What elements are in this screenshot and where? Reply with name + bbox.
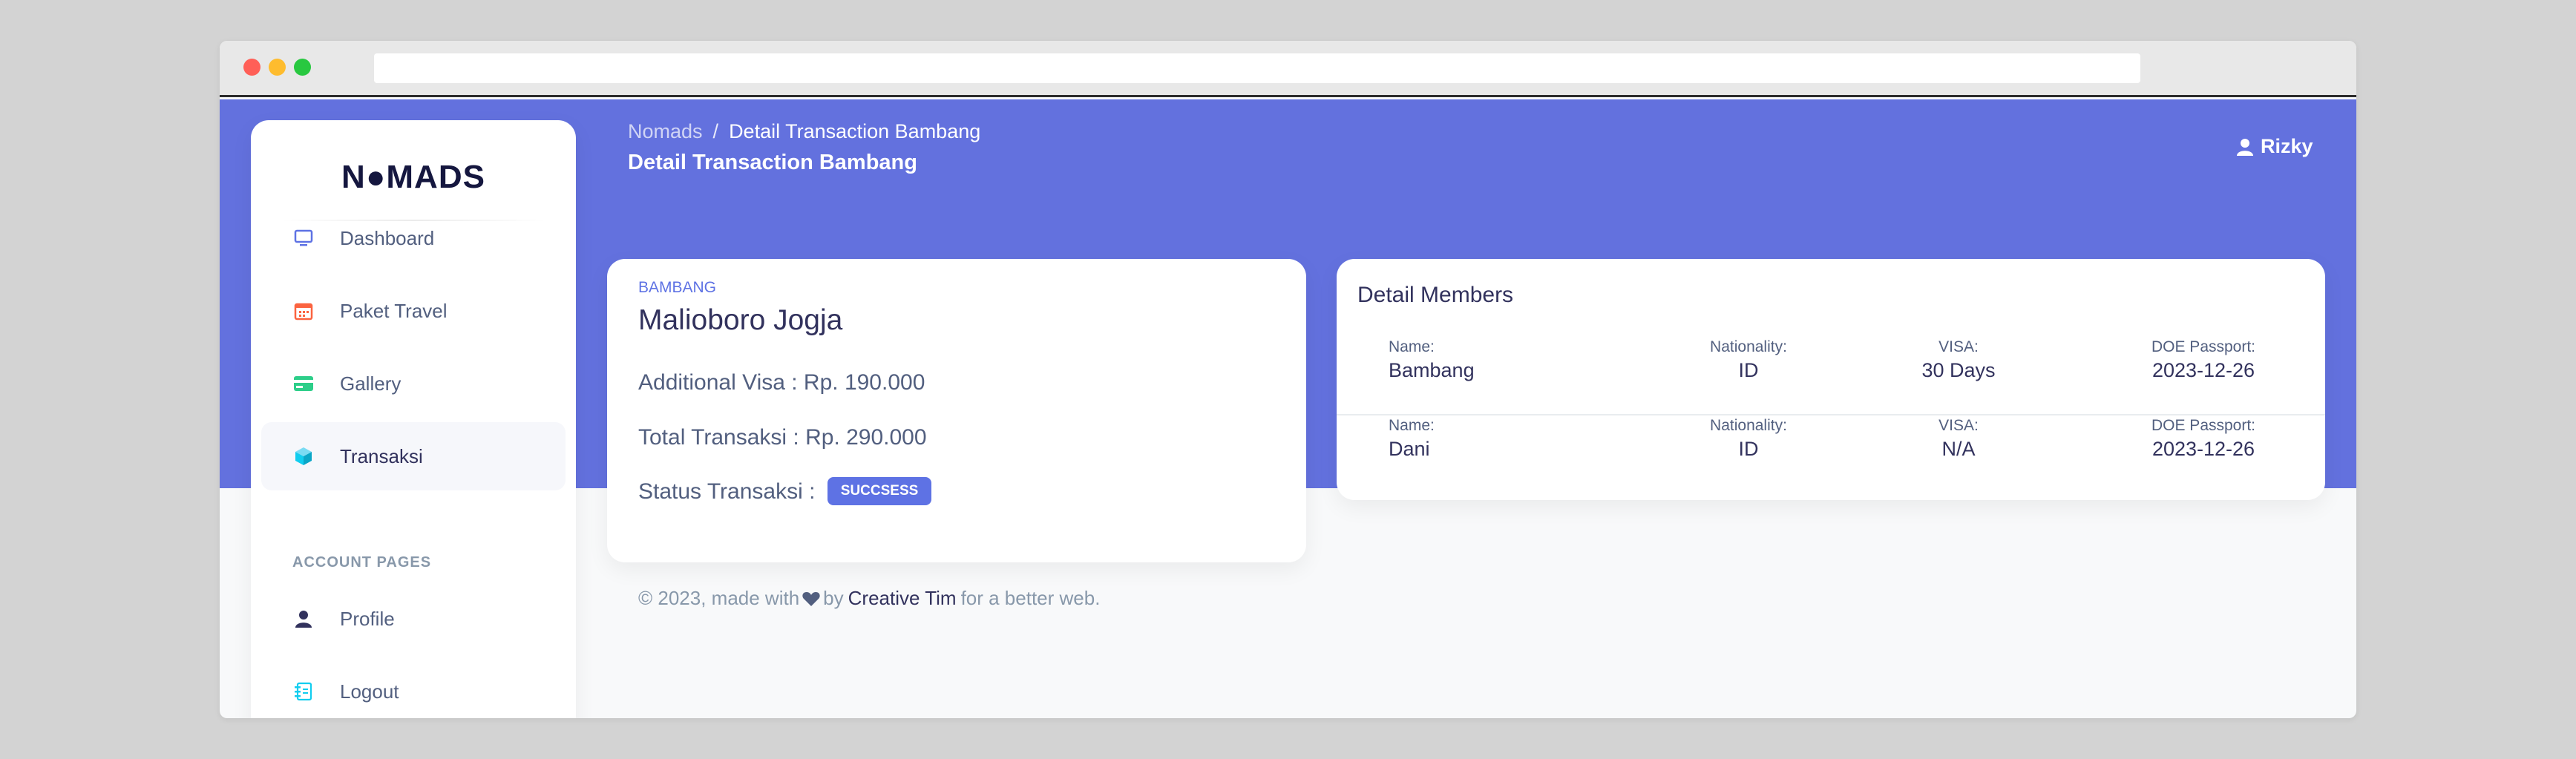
member-name: Name: Bambang <box>1389 337 1475 383</box>
footer-suffix: for a better web. <box>960 587 1101 609</box>
footer-by: by <box>823 587 844 609</box>
sidebar-item-dashboard[interactable]: Dashboard <box>261 204 566 272</box>
nationality-label: Nationality: <box>1710 338 1787 355</box>
transaction-title: Malioboro Jogja <box>638 304 843 336</box>
visa-value: N/A <box>1941 438 1976 460</box>
sidebar-item-label: Gallery <box>340 372 402 395</box>
minimize-window-button[interactable] <box>269 59 286 76</box>
footer-copyright: © 2023, made with <box>638 587 800 609</box>
total-transaksi: Total Transaksi : Rp. 290.000 <box>638 425 927 450</box>
transaction-user: BAMBANG <box>638 279 717 296</box>
browser-titlebar <box>220 41 2356 97</box>
breadcrumb-root-link[interactable]: Nomads <box>628 120 703 142</box>
user-icon <box>2237 138 2253 156</box>
member-visa: VISA: 30 Days <box>1921 337 1995 383</box>
sidebar-item-paket-travel[interactable]: Paket Travel <box>261 277 566 345</box>
doe-label: DOE Passport: <box>2151 417 2256 434</box>
maximize-window-button[interactable] <box>294 59 311 76</box>
user-name: Rizky <box>2261 135 2313 157</box>
member-nationality: Nationality: ID <box>1710 415 1787 461</box>
logout-icon <box>292 680 315 703</box>
member-visa: VISA: N/A <box>1938 415 1979 461</box>
member-row: Name: Dani Nationality: ID VISA: N/A DOE… <box>1337 415 2325 494</box>
doe-label: DOE Passport: <box>2151 338 2256 355</box>
members-title: Detail Members <box>1357 283 1514 307</box>
heart-icon <box>802 591 820 607</box>
box-icon <box>292 445 315 467</box>
name-value: Bambang <box>1389 359 1475 381</box>
sidebar-item-gallery[interactable]: Gallery <box>261 349 566 418</box>
sidebar: N●MADS Dashboard Paket Travel Gallery Tr <box>251 120 576 718</box>
sidebar-item-label: Profile <box>340 607 395 630</box>
sidebar-item-logout[interactable]: Logout <box>261 657 566 718</box>
member-nationality: Nationality: ID <box>1710 337 1787 383</box>
nationality-value: ID <box>1738 359 1759 381</box>
breadcrumb-current: Detail Transaction Bambang <box>729 120 981 142</box>
member-doe-passport: DOE Passport: 2023-12-26 <box>2151 337 2255 383</box>
sidebar-item-label: Logout <box>340 680 399 703</box>
close-window-button[interactable] <box>243 59 260 76</box>
doe-value: 2023-12-26 <box>2151 359 2255 381</box>
calendar-icon <box>292 300 315 322</box>
status-transaksi: Status Transaksi : SUCCSESS <box>638 477 932 507</box>
address-bar[interactable] <box>374 53 2140 83</box>
sidebar-item-profile[interactable]: Profile <box>261 585 566 653</box>
sidebar-item-transaksi[interactable]: Transaksi <box>261 422 566 490</box>
breadcrumb-separator: / <box>712 120 719 142</box>
nationality-value: ID <box>1738 438 1759 460</box>
additional-visa: Additional Visa : Rp. 190.000 <box>638 370 925 395</box>
doe-value: 2023-12-26 <box>2151 438 2255 460</box>
visa-label: VISA: <box>1938 417 1979 434</box>
account-pages-heading: ACCOUNT PAGES <box>292 554 432 571</box>
page-title: Detail Transaction Bambang <box>628 151 917 174</box>
credit-card-icon <box>292 372 315 395</box>
nationality-label: Nationality: <box>1710 417 1787 434</box>
detail-members-card: Detail Members Name: Bambang Nationality… <box>1337 259 2325 500</box>
footer: © 2023, made with by Creative Tim for a … <box>638 587 1100 610</box>
user-menu[interactable]: Rizky <box>2237 135 2313 158</box>
monitor-icon <box>292 227 315 249</box>
creative-tim-link[interactable]: Creative Tim <box>848 587 957 610</box>
member-name: Name: Dani <box>1389 415 1435 461</box>
transaction-card: BAMBANG Malioboro Jogja Additional Visa … <box>607 259 1306 562</box>
member-doe-passport: DOE Passport: 2023-12-26 <box>2151 415 2255 461</box>
browser-window: Nomads / Detail Transaction Bambang Detail… <box>220 41 2356 718</box>
status-label: Status Transaksi : <box>638 479 816 504</box>
sidebar-item-label: Dashboard <box>340 226 435 249</box>
nomads-logo[interactable]: N●MADS <box>251 159 576 196</box>
name-value: Dani <box>1389 438 1430 460</box>
status-badge: SUCCSESS <box>827 477 932 505</box>
member-row: Name: Bambang Nationality: ID VISA: 30 D… <box>1337 337 2325 415</box>
sidebar-item-label: Paket Travel <box>340 299 448 322</box>
visa-value: 30 Days <box>1921 359 1996 381</box>
name-label: Name: <box>1389 338 1435 355</box>
sidebar-item-label: Transaksi <box>340 444 423 467</box>
user-icon <box>292 608 315 630</box>
visa-label: VISA: <box>1938 338 1979 355</box>
breadcrumb: Nomads / Detail Transaction Bambang <box>628 120 980 143</box>
name-label: Name: <box>1389 417 1435 434</box>
